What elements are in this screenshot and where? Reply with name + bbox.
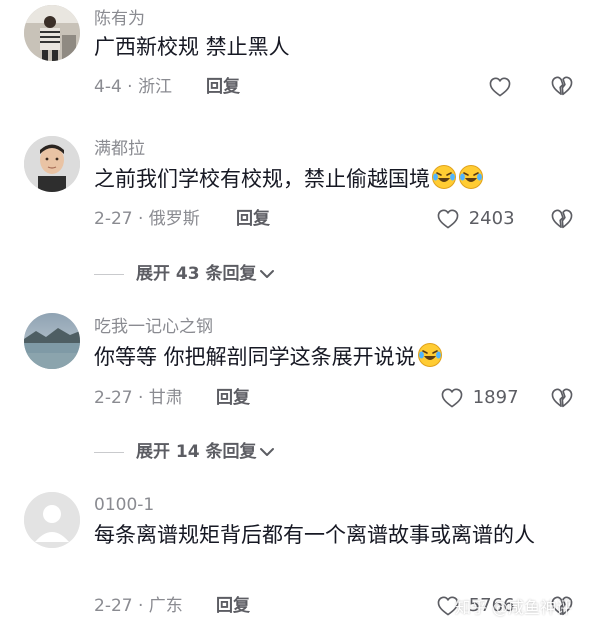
divider-line	[94, 273, 124, 275]
avatar[interactable]	[24, 492, 80, 548]
username[interactable]: 0100-1	[94, 494, 154, 516]
reply-button[interactable]: 回复	[216, 386, 250, 410]
comment-text: 你等等 你把解剖同学这条展开说说	[94, 342, 564, 373]
laughing-crying-emoji-icon	[432, 165, 456, 189]
comment-date-location: 4-4 · 浙江	[94, 77, 172, 97]
heart-icon	[441, 388, 463, 408]
laughing-crying-emoji-icon	[459, 165, 483, 189]
comment-text: 之前我们学校有校规，禁止偷越国境	[94, 164, 564, 195]
watermark: 知乎 @咸鱼神评	[455, 598, 573, 617]
default-user-icon	[24, 492, 80, 548]
heart-icon	[437, 209, 459, 229]
username[interactable]: 吃我一记心之钢	[94, 316, 213, 338]
lake-landscape-icon	[24, 313, 80, 369]
expand-replies-button[interactable]: 展开 14 条回复	[94, 440, 275, 464]
expand-replies-button[interactable]: 展开 43 条回复	[94, 262, 275, 286]
chevron-down-icon	[259, 448, 274, 456]
like-button[interactable]: 1897	[441, 386, 519, 410]
avatar[interactable]	[24, 136, 80, 192]
dislike-button[interactable]	[551, 209, 573, 233]
reply-button[interactable]: 回复	[206, 75, 240, 99]
reply-button[interactable]: 回复	[216, 594, 250, 618]
broken-heart-icon	[551, 76, 573, 96]
dislike-button[interactable]	[551, 76, 573, 100]
username[interactable]: 陈有为	[94, 8, 145, 30]
reply-button[interactable]: 回复	[236, 207, 270, 231]
dislike-button[interactable]	[551, 388, 573, 412]
comment-date-location: 2-27 · 广东	[94, 596, 183, 616]
broken-heart-icon	[551, 388, 573, 408]
heart-icon	[489, 77, 511, 97]
username[interactable]: 满都拉	[94, 138, 145, 160]
expand-replies-label: 展开 14 条回复	[136, 442, 257, 462]
comment-date-location: 2-27 · 甘肃	[94, 388, 183, 408]
person-photo-icon	[24, 5, 80, 61]
comment-text: 每条离谱规矩背后都有一个离谱故事或离谱的人	[94, 523, 535, 547]
comment-text: 广西新校规 禁止黑人	[94, 35, 290, 59]
comment-text-content: 你等等 你把解剖同学这条展开说说	[94, 345, 416, 369]
comment-date-location: 2-27 · 俄罗斯	[94, 209, 200, 229]
like-button[interactable]: 2403	[437, 207, 515, 231]
comment-text-content: 之前我们学校有校规，禁止偷越国境	[94, 167, 430, 191]
expand-replies-label: 展开 43 条回复	[136, 264, 257, 284]
divider-line	[94, 451, 124, 453]
avatar[interactable]	[24, 313, 80, 369]
avatar[interactable]	[24, 5, 80, 61]
broken-heart-icon	[551, 209, 573, 229]
like-button[interactable]	[489, 75, 515, 99]
like-count: 2403	[468, 208, 515, 229]
like-count: 1897	[472, 387, 519, 408]
man-portrait-icon	[24, 136, 80, 192]
chevron-down-icon	[259, 270, 274, 278]
laughing-crying-emoji-icon	[417, 343, 442, 367]
